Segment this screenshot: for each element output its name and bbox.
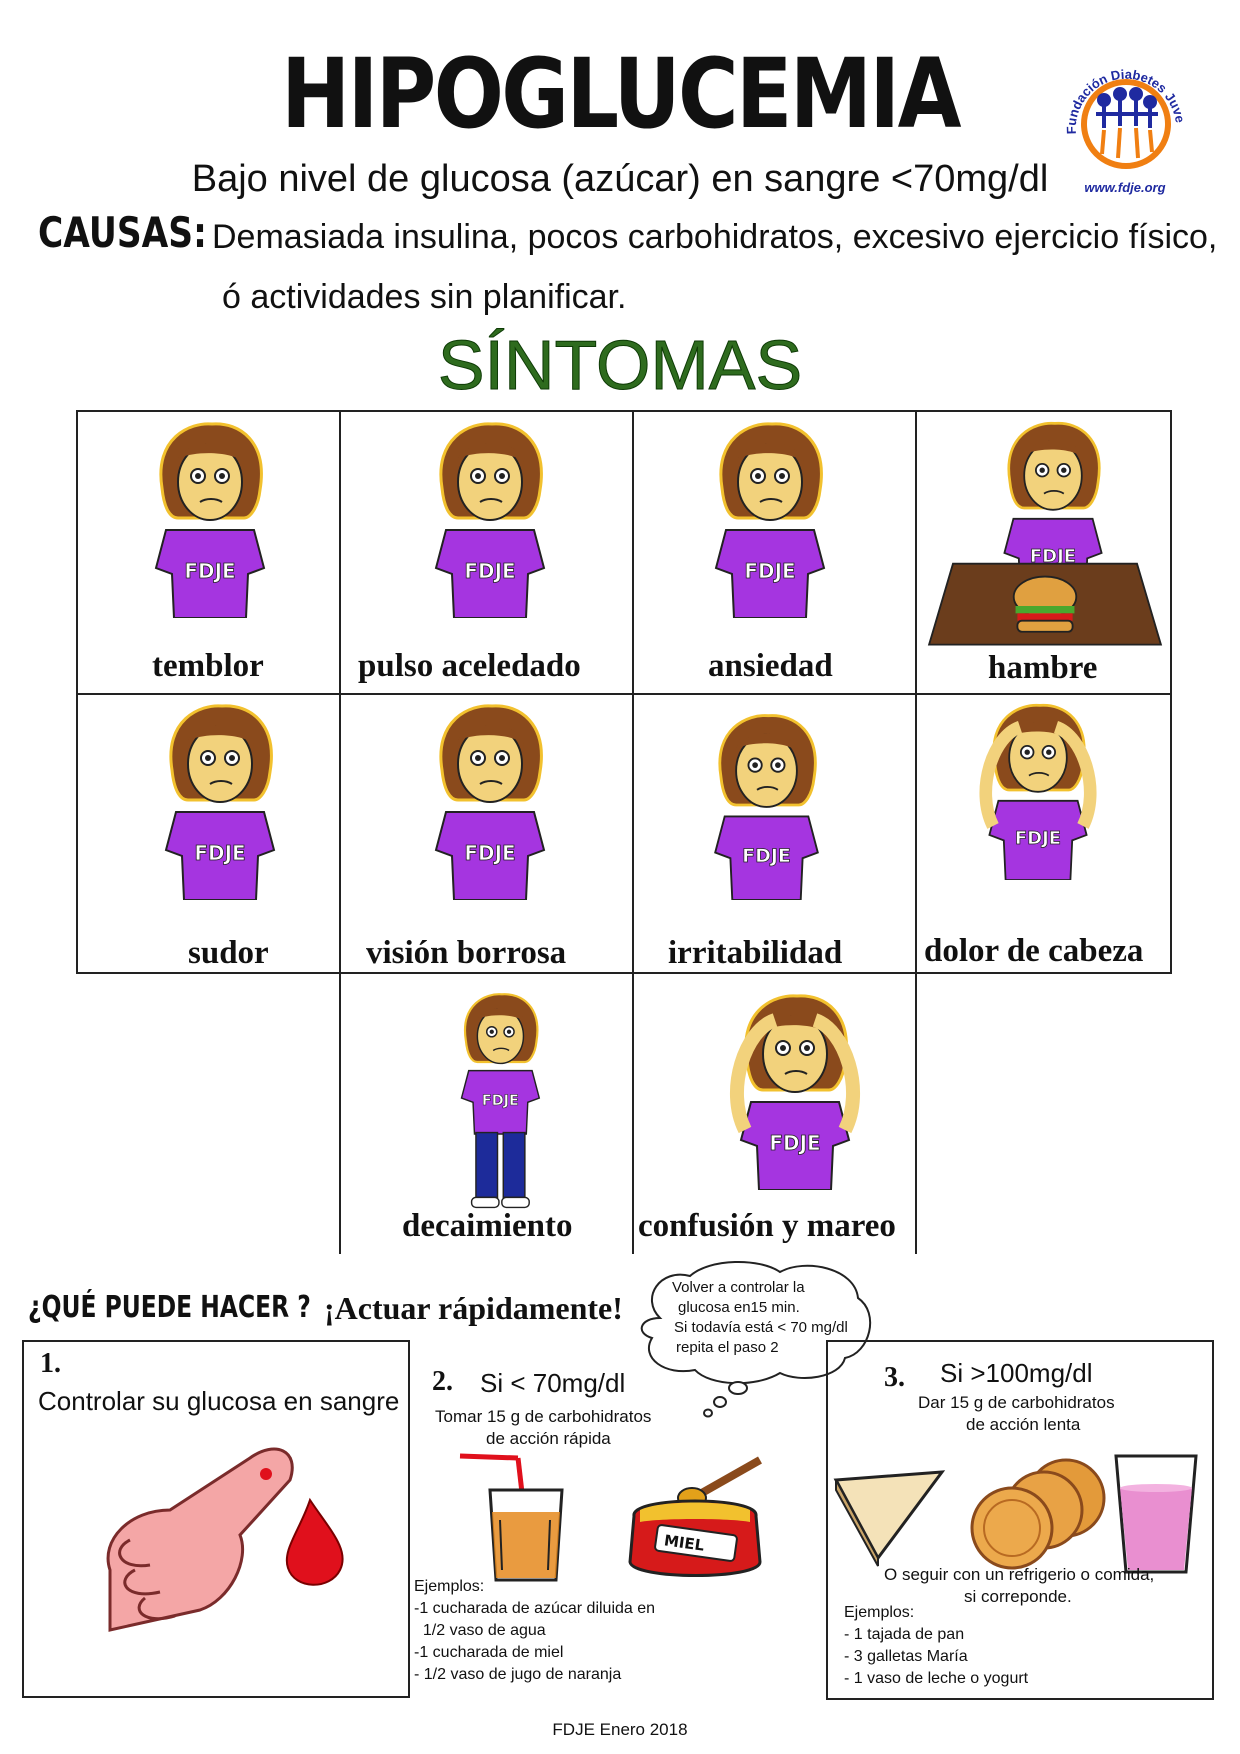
vision-figure: FDJE [434,704,546,900]
symptom-label-dolor: dolor de cabeza [924,933,1144,969]
grid-line [915,410,917,1254]
svg-text:FDJE: FDJE [194,841,245,865]
symptom-label-decaimiento: decaimiento [402,1208,573,1244]
svg-text:FDJE: FDJE [184,559,235,583]
dolor-cabeza-figure: FDJE [979,703,1097,880]
causas-label: CAUSAS: [38,208,207,257]
step3-examples-heading: Ejemplos: [844,1604,915,1621]
causas-text-line1: Demasiada insulina, pocos carbohidratos,… [212,218,1218,256]
svg-text:FDJE: FDJE [742,845,791,867]
grid-line [632,410,634,1254]
step1-number: 1. [40,1348,61,1379]
grid-line [76,410,1172,412]
bubble-line-4: repita el paso 2 [676,1339,779,1356]
step3-example-2: - 3 galletas María [844,1648,968,1665]
symptom-label-pulso: pulso aceledado [358,648,581,684]
step3-note-line2: si correponde. [964,1587,1072,1606]
finger-blood-illustration [106,1447,344,1632]
milk-glass-illustration [1114,1454,1198,1574]
symptom-label-irritabilidad: irritabilidad [668,935,843,971]
sintomas-heading: SÍNTOMAS [437,326,803,405]
svg-text:FDJE: FDJE [482,1093,519,1109]
symptom-label-sudor: sudor [188,935,269,971]
confusion-figure: FDJE [730,994,860,1190]
honey-pot-illustration [628,1456,762,1577]
table-burger-illustration [927,562,1163,646]
page-title: HIPOGLUCEMIA [281,38,961,150]
decaimiento-figure: FDJE [460,993,541,1209]
svg-text:FDJE: FDJE [744,559,795,583]
step2-examples-heading: Ejemplos: [414,1578,485,1595]
step2-desc-line1: Tomar 15 g de carbohidratos [435,1407,652,1426]
subtitle: Bajo nivel de glucosa (azúcar) en sangre… [191,158,1049,200]
causas-text-line2: ó actividades sin planificar. [222,278,627,316]
symptom-label-ansiedad: ansiedad [708,648,833,684]
step2-example-1: -1 cucharada de azúcar diluida en [414,1600,656,1617]
sudor-figure: FDJE [164,704,276,900]
svg-text:FDJE: FDJE [464,559,515,583]
grid-line [1170,410,1172,974]
step2-title: Si < 70mg/dl [480,1368,626,1398]
step2-example-3: - 1/2 vaso de jugo de naranja [414,1666,622,1683]
footer-credit: FDJE Enero 2018 [552,1720,688,1739]
step2-desc-line2: de acción rápida [486,1429,611,1448]
symptom-label-vision: visión borrosa [366,935,567,971]
svg-text:FDJE: FDJE [1015,828,1061,849]
grid-line [76,410,78,974]
ansiedad-figure: FDJE [714,422,826,618]
step1-title: Controlar su glucosa en sangre [38,1386,400,1416]
symptom-label-confusion: confusión y mareo [638,1208,896,1244]
step3-note-line1: O seguir con un refrigerio o comida, [884,1565,1155,1584]
step3-title: Si >100mg/dl [940,1358,1093,1388]
actuar-rapidamente: ¡Actuar rápidamente! [324,1290,623,1326]
pulso-figure: FDJE [434,422,546,618]
svg-text:FDJE: FDJE [464,841,515,865]
temblor-figure: FDJE [154,422,266,618]
grid-line [339,410,341,1254]
grid-line [76,972,1172,974]
juice-glass-illustration [459,1453,564,1582]
step2-example-2: -1 cucharada de miel [414,1644,564,1661]
grid-line [76,693,1172,695]
step2-number: 2. [432,1366,453,1397]
step3-example-3: - 1 vaso de leche o yogurt [844,1670,1029,1687]
bubble-line-2: glucosa en15 min. [678,1299,800,1316]
step3-desc-line2: de acción lenta [966,1415,1081,1434]
step3-desc-line1: Dar 15 g de carbohidratos [918,1393,1115,1412]
step3-number: 3. [884,1362,905,1393]
bubble-line-3: Si todavía está < 70 mg/dl [674,1319,848,1336]
irritabilidad-figure: FDJE [714,714,819,900]
symptom-label-temblor: temblor [152,648,264,684]
step2-example-1b: 1/2 vaso de agua [414,1622,546,1639]
bubble-line-1: Volver a controlar la [672,1279,805,1296]
step3-example-1: - 1 tajada de pan [844,1626,965,1643]
bread-slice-illustration [833,1470,946,1567]
que-puede-hacer-heading: ¿QUÉ PUEDE HACER ? [28,1290,311,1325]
symptom-label-hambre: hambre [988,650,1098,686]
svg-text:FDJE: FDJE [769,1131,820,1155]
maria-cookies-illustration [970,1458,1106,1570]
